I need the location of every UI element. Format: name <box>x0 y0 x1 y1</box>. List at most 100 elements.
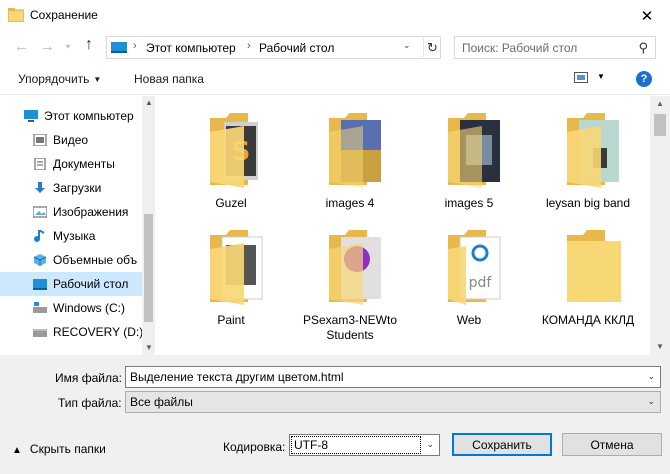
file-name: images 4 <box>325 196 375 210</box>
chevron-right-icon[interactable]: › <box>133 40 137 52</box>
filetype-label: Тип файла: <box>58 396 122 410</box>
folder-item[interactable]: КОМАНДА ККЛД <box>529 213 647 328</box>
nav-item-music[interactable]: Музыка <box>0 224 142 248</box>
nav-label: Загрузки <box>53 181 102 195</box>
address-row: ← → ▾ ↑ › Этот компьютер › Рабочий стол … <box>0 31 670 63</box>
documents-icon <box>34 158 46 170</box>
computer-icon <box>111 42 127 53</box>
chevron-right-icon[interactable]: › <box>247 40 251 52</box>
hide-folders-button[interactable]: ▲ Скрыть папки <box>12 442 106 456</box>
folder-icon <box>210 230 263 305</box>
folder-item[interactable]: pdf Web <box>410 213 528 328</box>
up-arrow-icon[interactable]: ↑ <box>85 36 93 54</box>
nav-label: Документы <box>53 157 115 171</box>
file-name: PSexam3-NEWto Students <box>302 313 398 342</box>
music-icon <box>34 230 45 242</box>
folder-icon: pdf <box>448 230 501 305</box>
folder-icon <box>567 113 619 188</box>
scroll-thumb[interactable] <box>654 114 666 136</box>
breadcrumb-this-pc[interactable]: Этот компьютер <box>146 41 236 55</box>
chevron-down-icon: ▼ <box>93 75 102 84</box>
svg-text:pdf: pdf <box>469 275 493 291</box>
filetype-select[interactable]: Все файлы ⌄ <box>125 391 661 413</box>
folder-item[interactable]: images 4 <box>291 96 409 211</box>
recent-dropdown-icon[interactable]: ▾ <box>66 42 70 51</box>
window-title: Сохранение <box>30 8 98 22</box>
command-bar: Упорядочить ▼ Новая папка ▼ ? <box>0 63 670 95</box>
desktop-icon <box>33 279 47 290</box>
folder-icon: S <box>210 113 258 188</box>
organize-button[interactable]: Упорядочить ▼ <box>18 72 101 86</box>
nav-item-downloads[interactable]: Загрузки <box>0 176 142 200</box>
view-options-icon[interactable] <box>574 72 588 83</box>
scroll-thumb[interactable] <box>144 214 153 322</box>
video-icon <box>33 134 47 146</box>
scroll-down-icon[interactable]: ▼ <box>145 343 153 352</box>
nav-item-windows-c[interactable]: Windows (C:) <box>0 296 142 320</box>
drive-icon <box>33 329 47 337</box>
nav-label: Музыка <box>53 229 96 243</box>
nav-item-documents[interactable]: Документы <box>0 152 142 176</box>
save-button[interactable]: Сохранить <box>452 433 552 456</box>
folder-item[interactable]: Paint <box>172 213 290 328</box>
nav-label: Изображения <box>53 205 129 219</box>
folder-item[interactable]: leysan big band <box>529 96 647 211</box>
file-name: Paint <box>217 313 245 327</box>
folder-icon <box>329 113 381 188</box>
nav-label: Рабочий стол <box>53 277 129 291</box>
search-input[interactable]: Поиск: Рабочий стол ⚲ <box>454 36 656 59</box>
address-bar[interactable]: › Этот компьютер › Рабочий стол ⌄ ↻ <box>106 36 441 59</box>
nav-item-pictures[interactable]: Изображения <box>0 200 142 224</box>
file-list: S Guzel images 4 images 5 leysan big ban <box>155 96 670 355</box>
encoding-label: Кодировка: <box>223 440 286 454</box>
chevron-down-icon[interactable]: ⌄ <box>403 40 411 51</box>
folder-icon <box>329 230 381 305</box>
navigation-pane: Этот компьютер Видео Документы Загрузки … <box>0 96 155 355</box>
encoding-value: UTF-8 <box>294 438 328 452</box>
nav-item-this-pc[interactable]: Этот компьютер <box>0 104 142 128</box>
scroll-up-icon[interactable]: ▲ <box>656 99 664 108</box>
file-name: Web <box>456 313 482 327</box>
chevron-up-icon: ▲ <box>12 445 22 456</box>
search-icon: ⚲ <box>638 40 648 55</box>
cancel-button[interactable]: Отмена <box>562 433 662 456</box>
refresh-icon[interactable]: ↻ <box>423 38 441 57</box>
back-arrow-icon[interactable]: ← <box>14 38 29 55</box>
forward-arrow-icon[interactable]: → <box>40 38 55 55</box>
nav-label: RECOVERY (D:) <box>53 325 144 339</box>
nav-scrollbar[interactable]: ▲ ▼ <box>142 96 155 355</box>
scroll-up-icon[interactable]: ▲ <box>145 98 153 107</box>
folder-app-icon <box>8 8 24 22</box>
filename-field[interactable]: Выделение текста другим цветом.html ⌄ <box>125 366 661 388</box>
title-bar: Сохранение ✕ <box>0 0 670 31</box>
new-folder-button[interactable]: Новая папка <box>134 72 204 86</box>
file-name: images 5 <box>444 196 494 210</box>
folder-icon <box>448 113 500 188</box>
file-name: КОМАНДА ККЛД <box>541 313 635 327</box>
nav-item-3d-objects[interactable]: Объемные объ <box>0 248 142 272</box>
help-icon[interactable]: ? <box>636 71 652 87</box>
nav-item-recovery-d[interactable]: RECOVERY (D:) <box>0 320 144 344</box>
nav-label: Объемные объ <box>53 253 138 267</box>
folder-icon <box>567 230 621 302</box>
downloads-icon <box>35 182 45 193</box>
pictures-icon <box>33 206 47 218</box>
nav-item-desktop[interactable]: Рабочий стол <box>0 272 142 296</box>
computer-icon <box>24 110 38 122</box>
close-icon: ✕ <box>640 7 654 25</box>
filename-value: Выделение текста другим цветом.html <box>130 370 344 384</box>
nav-label: Видео <box>53 133 89 147</box>
close-button[interactable]: ✕ <box>624 0 670 31</box>
scroll-down-icon[interactable]: ▼ <box>656 342 664 351</box>
folder-item[interactable]: PSexam3-NEWto Students <box>291 213 409 342</box>
chevron-down-icon[interactable]: ▼ <box>597 72 605 81</box>
drive-icon <box>33 302 47 313</box>
content-scrollbar[interactable]: ▲ ▼ <box>650 96 670 355</box>
encoding-select[interactable]: UTF-8 ⌄ <box>289 434 440 456</box>
folder-item[interactable]: S Guzel <box>172 96 290 211</box>
breadcrumb-desktop[interactable]: Рабочий стол <box>259 41 334 55</box>
nav-item-video[interactable]: Видео <box>0 128 142 152</box>
chevron-down-icon: ⌄ <box>647 396 655 406</box>
chevron-down-icon[interactable]: ⌄ <box>647 371 655 382</box>
folder-item[interactable]: images 5 <box>410 96 528 211</box>
